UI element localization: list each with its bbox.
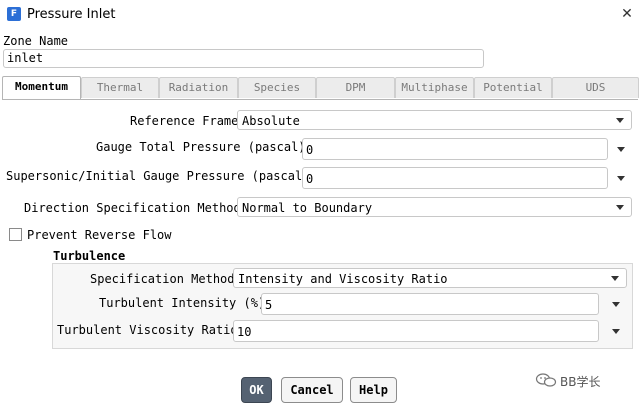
zone-name-label: Zone Name — [3, 34, 69, 48]
chevron-down-icon — [616, 118, 624, 123]
prevent-reverse-flow-label: Prevent Reverse Flow — [27, 228, 172, 242]
watermark-text: BB学长 — [560, 375, 601, 389]
tab-momentum[interactable]: Momentum — [2, 76, 81, 99]
chevron-down-icon — [611, 276, 619, 281]
turbulent-intensity-label: Turbulent Intensity (%) — [99, 296, 266, 310]
direction-method-value: Normal to Boundary — [242, 201, 373, 215]
gauge-total-pressure-input[interactable]: 0 — [302, 138, 608, 160]
supersonic-pressure-input[interactable]: 0 — [302, 167, 608, 189]
chevron-down-icon[interactable] — [612, 302, 620, 307]
tab-dpm[interactable]: DPM — [316, 77, 395, 98]
reference-frame-label: Reference Frame — [130, 114, 239, 128]
specification-method-select[interactable]: Intensity and Viscosity Ratio — [233, 268, 627, 288]
chevron-down-icon[interactable] — [617, 176, 625, 181]
chevron-down-icon — [616, 205, 624, 210]
turbulent-viscosity-ratio-input[interactable]: 10 — [233, 320, 599, 342]
gauge-total-pressure-label: Gauge Total Pressure (pascal) — [96, 140, 306, 154]
direction-method-select[interactable]: Normal to Boundary — [237, 197, 632, 217]
prevent-reverse-flow-checkbox[interactable] — [9, 228, 22, 241]
wechat-icon — [535, 373, 557, 387]
chevron-down-icon[interactable] — [617, 147, 625, 152]
tab-uds[interactable]: UDS — [552, 77, 639, 98]
turbulent-viscosity-ratio-label: Turbulent Viscosity Ratio — [57, 323, 238, 337]
tab-multiphase[interactable]: Multiphase — [395, 77, 474, 98]
tab-potential[interactable]: Potential — [474, 77, 552, 98]
ok-button[interactable]: OK — [241, 377, 272, 403]
direction-method-label: Direction Specification Method — [24, 201, 241, 215]
close-icon[interactable]: ✕ — [617, 4, 637, 24]
chevron-down-icon[interactable] — [612, 329, 620, 334]
tab-thermal[interactable]: Thermal — [81, 77, 159, 98]
specification-method-value: Intensity and Viscosity Ratio — [238, 272, 448, 286]
turbulent-intensity-input[interactable]: 5 — [261, 293, 599, 315]
fluent-app-icon: F — [7, 7, 21, 21]
zone-name-input[interactable]: inlet — [3, 49, 484, 68]
reference-frame-value: Absolute — [242, 114, 300, 128]
tab-species[interactable]: Species — [238, 77, 316, 98]
help-button[interactable]: Help — [350, 377, 397, 403]
turbulence-group-title: Turbulence — [53, 249, 126, 263]
specification-method-label: Specification Method — [90, 272, 235, 286]
cancel-button[interactable]: Cancel — [281, 377, 343, 403]
window-title: Pressure Inlet — [27, 7, 116, 22]
tab-radiation[interactable]: Radiation — [159, 77, 238, 98]
reference-frame-select[interactable]: Absolute — [237, 110, 632, 130]
supersonic-pressure-label: Supersonic/Initial Gauge Pressure (pasca… — [6, 169, 310, 183]
